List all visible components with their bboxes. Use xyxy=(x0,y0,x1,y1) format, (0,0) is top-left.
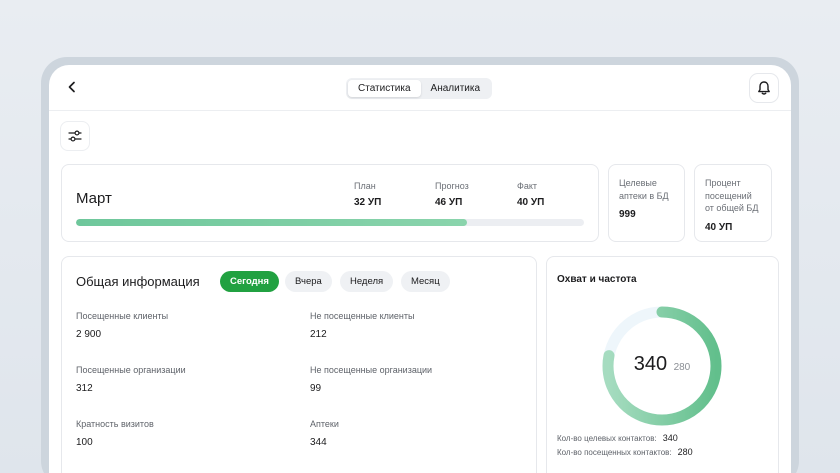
ring-center-values: 340 280 xyxy=(593,353,731,376)
top-bar: Статистика Аналитика xyxy=(49,65,791,111)
plan-progress-bar xyxy=(76,219,584,226)
back-button[interactable] xyxy=(63,78,81,96)
visit-percent-label: Процент посещений от общей БД xyxy=(705,177,761,215)
ring-small-value: 280 xyxy=(673,362,691,373)
sliders-icon xyxy=(68,130,82,142)
tab-analytics[interactable]: Аналитика xyxy=(421,80,491,97)
app-screen: Статистика Аналитика Март План 32 УП Про… xyxy=(49,65,791,473)
target-pharmacies-value: 999 xyxy=(619,209,636,220)
target-contacts-value: 340 xyxy=(662,433,678,443)
metric-visited-orgs: Посещенные организации 312 xyxy=(76,365,186,394)
stat-fact-label: Факт xyxy=(517,181,538,191)
ring-big-value: 340 xyxy=(633,353,668,375)
metric-label: Не посещенные организации xyxy=(310,365,433,375)
metric-value: 2 900 xyxy=(76,329,102,340)
metric-label: Посещенные клиенты xyxy=(76,311,169,321)
notifications-button[interactable] xyxy=(749,73,779,103)
metric-label: Аптеки xyxy=(310,419,339,429)
stat-forecast: Прогноз 46 УП xyxy=(435,181,469,208)
stat-plan: План 32 УП xyxy=(354,181,381,208)
general-info-card: Общая информация Сегодня Вчера Неделя Ме… xyxy=(61,256,537,473)
metric-value: 99 xyxy=(310,383,322,394)
stat-fact: Факт 40 УП xyxy=(517,181,544,208)
period-today-button[interactable]: Сегодня xyxy=(220,271,279,292)
period-month-button[interactable]: Месяц xyxy=(401,271,450,292)
metric-value: 312 xyxy=(76,383,93,394)
bell-icon xyxy=(758,81,770,95)
reach-title: Охват и частота xyxy=(557,274,637,285)
metric-visited-clients: Посещенные клиенты 2 900 xyxy=(76,311,168,340)
tab-statistics[interactable]: Статистика xyxy=(348,80,421,97)
target-pharmacies-label: Целевые аптеки в БД xyxy=(619,177,674,202)
stat-forecast-value: 46 УП xyxy=(435,197,463,208)
plan-progress-fill xyxy=(76,219,468,226)
metric-value: 344 xyxy=(310,437,327,448)
label-line: аптеки в БД xyxy=(619,190,669,201)
label-line: посещений xyxy=(705,190,752,201)
metric-label: Не посещенные клиенты xyxy=(310,311,415,321)
visited-contacts-value: 280 xyxy=(677,447,693,457)
stat-fact-value: 40 УП xyxy=(517,197,545,208)
filter-button[interactable] xyxy=(60,121,90,151)
visit-percent-value: 40 УП xyxy=(705,221,733,233)
target-contacts-line: Кол-во целевых контактов: 340 xyxy=(557,433,678,443)
metric-not-visited-orgs: Не посещенные организации 99 xyxy=(310,365,432,394)
stat-plan-label: План xyxy=(354,181,376,191)
target-contacts-label: Кол-во целевых контактов: xyxy=(557,434,657,443)
target-pharmacies-card: Целевые аптеки в БД 999 xyxy=(608,164,685,242)
month-title: Март xyxy=(76,190,112,207)
visited-contacts-line: Кол-во посещенных контактов: 280 xyxy=(557,447,693,457)
chevron-left-icon xyxy=(68,81,75,93)
visit-percent-card: Процент посещений от общей БД 40 УП xyxy=(694,164,772,242)
metric-label: Кратность визитов xyxy=(76,419,154,429)
label-line: Процент xyxy=(705,178,741,188)
period-week-button[interactable]: Неделя xyxy=(340,271,394,292)
metric-visit-frequency: Кратность визитов 100 xyxy=(76,419,154,448)
visited-contacts-label: Кол-во посещенных контактов: xyxy=(557,448,672,457)
metric-label: Посещенные организации xyxy=(76,365,186,375)
general-info-title: Общая информация xyxy=(76,274,200,289)
view-switcher: Статистика Аналитика xyxy=(346,78,493,99)
label-line: Целевые xyxy=(619,178,657,188)
stat-forecast-label: Прогноз xyxy=(435,181,469,191)
metric-value: 100 xyxy=(76,437,93,448)
stat-plan-value: 32 УП xyxy=(354,197,382,208)
reach-frequency-card: Охват и частота 340 280 Кол-во целевых к… xyxy=(546,256,779,473)
plan-card: Март План 32 УП Прогноз 46 УП Факт 40 УП xyxy=(61,164,599,242)
metric-not-visited-clients: Не посещенные клиенты 212 xyxy=(310,311,415,340)
metric-value: 212 xyxy=(310,329,327,340)
label-line: от общей БД xyxy=(705,203,759,213)
period-yesterday-button[interactable]: Вчера xyxy=(285,271,332,292)
metric-pharmacies: Аптеки 344 xyxy=(310,419,339,448)
